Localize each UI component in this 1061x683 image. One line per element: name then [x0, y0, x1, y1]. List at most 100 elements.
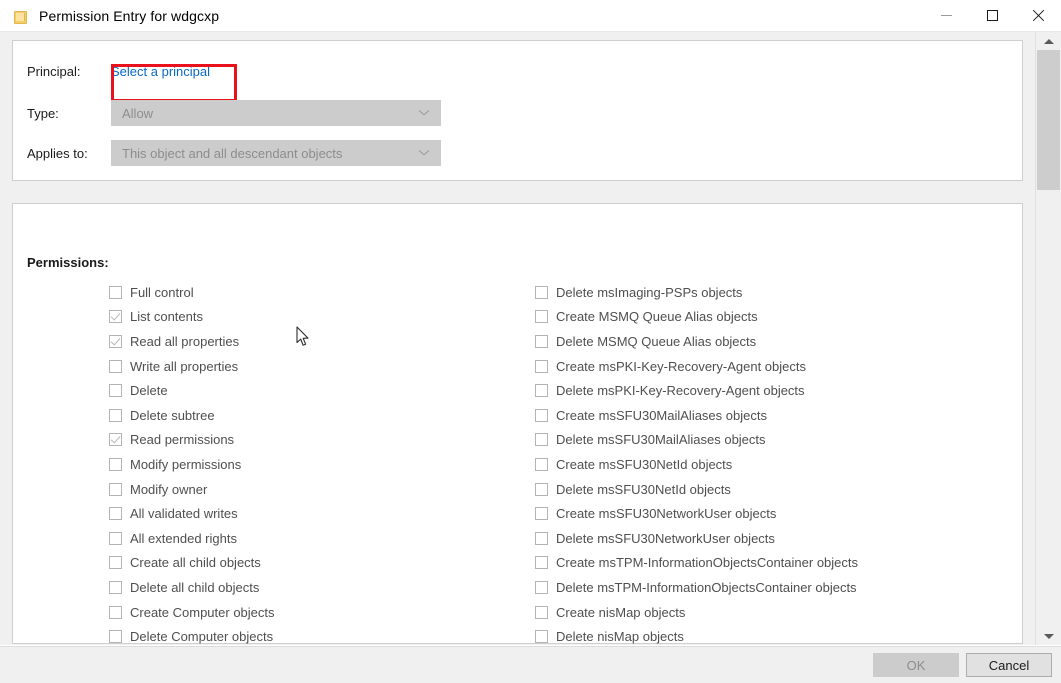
- permission-item[interactable]: Full control: [109, 280, 529, 305]
- permission-label: Delete Computer objects: [130, 629, 273, 644]
- checkbox-unchecked-icon[interactable]: [535, 360, 548, 373]
- checkbox-unchecked-icon[interactable]: [535, 310, 548, 323]
- principal-label: Principal:: [27, 64, 111, 79]
- checkbox-unchecked-icon[interactable]: [535, 433, 548, 446]
- permission-label: Create all child objects: [130, 555, 261, 570]
- permission-item[interactable]: Delete MSMQ Queue Alias objects: [535, 329, 1005, 354]
- permissions-heading: Permissions:: [27, 255, 109, 270]
- permission-label: Delete msPKI-Key-Recovery-Agent objects: [556, 383, 805, 398]
- cancel-button[interactable]: Cancel: [966, 653, 1052, 677]
- permission-item[interactable]: Delete nisMap objects: [535, 624, 1005, 644]
- checkbox-unchecked-icon[interactable]: [535, 507, 548, 520]
- type-value: Allow: [122, 106, 153, 121]
- permission-label: Modify permissions: [130, 457, 241, 472]
- permission-item[interactable]: Create msSFU30MailAliases objects: [535, 403, 1005, 428]
- applies-to-dropdown[interactable]: This object and all descendant objects: [111, 140, 441, 166]
- permission-item[interactable]: All extended rights: [109, 526, 529, 551]
- permission-item[interactable]: Create nisMap objects: [535, 600, 1005, 625]
- principal-panel: Principal: Select a principal Type: Allo…: [12, 40, 1023, 181]
- checkbox-unchecked-icon[interactable]: [109, 483, 122, 496]
- permission-item[interactable]: Read all properties: [109, 329, 529, 354]
- permission-label: Read all properties: [130, 334, 239, 349]
- maximize-button[interactable]: [969, 0, 1015, 31]
- permission-item[interactable]: Write all properties: [109, 354, 529, 379]
- permission-label: Create Computer objects: [130, 605, 275, 620]
- checkbox-unchecked-icon[interactable]: [109, 606, 122, 619]
- checkbox-unchecked-icon[interactable]: [109, 286, 122, 299]
- checkbox-unchecked-icon[interactable]: [109, 532, 122, 545]
- chevron-down-icon: [420, 150, 428, 158]
- checkbox-unchecked-icon[interactable]: [109, 360, 122, 373]
- permission-label: Create msSFU30NetworkUser objects: [556, 506, 776, 521]
- type-dropdown[interactable]: Allow: [111, 100, 441, 126]
- select-a-principal-link[interactable]: Select a principal: [111, 64, 210, 79]
- checkbox-unchecked-icon[interactable]: [535, 556, 548, 569]
- permission-item[interactable]: Read permissions: [109, 428, 529, 453]
- permission-item[interactable]: Delete: [109, 378, 529, 403]
- checkbox-unchecked-icon[interactable]: [535, 532, 548, 545]
- permission-label: Create MSMQ Queue Alias objects: [556, 309, 758, 324]
- checkbox-unchecked-icon[interactable]: [109, 630, 122, 643]
- scroll-up-button[interactable]: [1036, 32, 1061, 50]
- permission-item[interactable]: Modify permissions: [109, 452, 529, 477]
- permission-label: Delete: [130, 383, 168, 398]
- permission-item[interactable]: Delete msImaging-PSPs objects: [535, 280, 1005, 305]
- permission-item[interactable]: Delete msSFU30NetId objects: [535, 477, 1005, 502]
- principal-row: Principal: Select a principal: [27, 59, 210, 83]
- scrollbar-thumb[interactable]: [1037, 50, 1060, 190]
- permission-label: Write all properties: [130, 359, 238, 374]
- permission-item[interactable]: Create msPKI-Key-Recovery-Agent objects: [535, 354, 1005, 379]
- permissions-right-column: Delete msImaging-PSPs objects Create MSMQ…: [535, 280, 1005, 644]
- checkbox-unchecked-icon[interactable]: [535, 630, 548, 643]
- checkbox-unchecked-icon[interactable]: [109, 458, 122, 471]
- checkbox-unchecked-icon[interactable]: [109, 384, 122, 397]
- chevron-down-icon: [420, 110, 428, 118]
- ok-button[interactable]: OK: [873, 653, 959, 677]
- checkbox-unchecked-icon[interactable]: [109, 409, 122, 422]
- permission-item[interactable]: Delete msTPM-InformationObjectsContainer…: [535, 575, 1005, 600]
- permission-item[interactable]: Delete Computer objects: [109, 624, 529, 644]
- checkbox-unchecked-icon[interactable]: [535, 581, 548, 594]
- checkbox-unchecked-icon[interactable]: [535, 384, 548, 397]
- checkbox-unchecked-icon[interactable]: [109, 581, 122, 594]
- permission-item[interactable]: Delete msSFU30NetworkUser objects: [535, 526, 1005, 551]
- checkbox-unchecked-icon[interactable]: [535, 606, 548, 619]
- checkbox-checked-icon[interactable]: [109, 310, 122, 323]
- close-button[interactable]: [1015, 0, 1061, 31]
- permission-item[interactable]: Create Computer objects: [109, 600, 529, 625]
- scroll-down-button[interactable]: [1036, 627, 1061, 645]
- permission-item[interactable]: Create msTPM-InformationObjectsContainer…: [535, 551, 1005, 576]
- minimize-button[interactable]: [923, 0, 969, 31]
- permission-item[interactable]: Create all child objects: [109, 551, 529, 576]
- permission-item[interactable]: Modify owner: [109, 477, 529, 502]
- checkbox-checked-icon[interactable]: [109, 335, 122, 348]
- permission-item[interactable]: List contents: [109, 305, 529, 330]
- close-icon: [1032, 9, 1045, 22]
- permission-item[interactable]: Create msSFU30NetworkUser objects: [535, 501, 1005, 526]
- permission-item[interactable]: Delete all child objects: [109, 575, 529, 600]
- chevron-down-icon: [1044, 634, 1054, 639]
- permission-item[interactable]: All validated writes: [109, 501, 529, 526]
- maximize-icon: [987, 10, 998, 21]
- checkbox-unchecked-icon[interactable]: [535, 286, 548, 299]
- checkbox-checked-icon[interactable]: [109, 433, 122, 446]
- checkbox-unchecked-icon[interactable]: [109, 507, 122, 520]
- permission-item[interactable]: Create MSMQ Queue Alias objects: [535, 305, 1005, 330]
- permission-label: Delete msSFU30NetworkUser objects: [556, 531, 775, 546]
- dialog-content: Principal: Select a principal Type: Allo…: [0, 32, 1036, 645]
- scrollbar-track[interactable]: [1036, 50, 1061, 627]
- permission-item[interactable]: Create msSFU30NetId objects: [535, 452, 1005, 477]
- checkbox-unchecked-icon[interactable]: [535, 335, 548, 348]
- minimize-icon: [941, 15, 952, 16]
- window-title: Permission Entry for wdgcxp: [39, 8, 219, 24]
- applies-to-row: Applies to: This object and all descenda…: [27, 141, 441, 165]
- checkbox-unchecked-icon[interactable]: [109, 556, 122, 569]
- checkbox-unchecked-icon[interactable]: [535, 458, 548, 471]
- permission-item[interactable]: Delete msSFU30MailAliases objects: [535, 428, 1005, 453]
- permission-item[interactable]: Delete subtree: [109, 403, 529, 428]
- permission-label: Delete all child objects: [130, 580, 259, 595]
- permission-item[interactable]: Delete msPKI-Key-Recovery-Agent objects: [535, 378, 1005, 403]
- checkbox-unchecked-icon[interactable]: [535, 483, 548, 496]
- checkbox-unchecked-icon[interactable]: [535, 409, 548, 422]
- vertical-scrollbar[interactable]: [1035, 32, 1061, 645]
